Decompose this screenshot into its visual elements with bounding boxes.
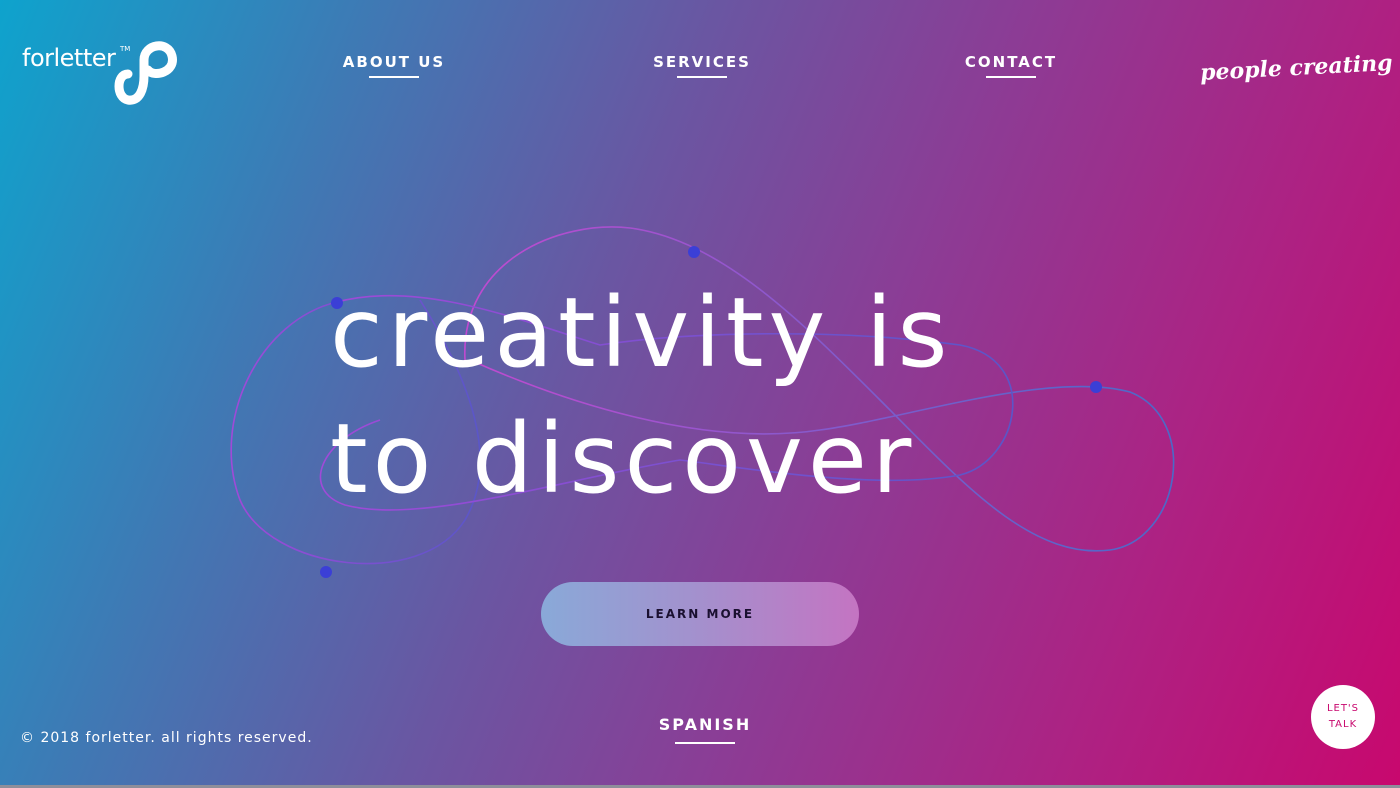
lets-talk-label-line-2: TALK [1328,719,1358,730]
lets-talk-button[interactable]: LET'S TALK [1311,685,1375,749]
learn-more-button[interactable]: LEARN MORE [541,582,859,646]
language-switch-spanish[interactable]: SPANISH [650,715,760,744]
orbit-dot [688,246,700,258]
language-label: SPANISH [658,715,752,734]
orbit-dot [320,566,332,578]
language-underline [675,742,735,744]
orbit-dot [1090,381,1102,393]
lets-talk-label-line-1: LET'S [1326,703,1360,714]
hero-headline-line-2: to discover [330,403,917,515]
landing-page: forletter TM ABOUT US SERVICES CONTACT p… [0,0,1400,788]
hero-headline-line-1: creativity is [330,277,953,389]
copyright-text: © 2018 forletter. all rights reserved. [20,730,313,746]
hero-headline: creativity is to discover [330,270,1090,522]
